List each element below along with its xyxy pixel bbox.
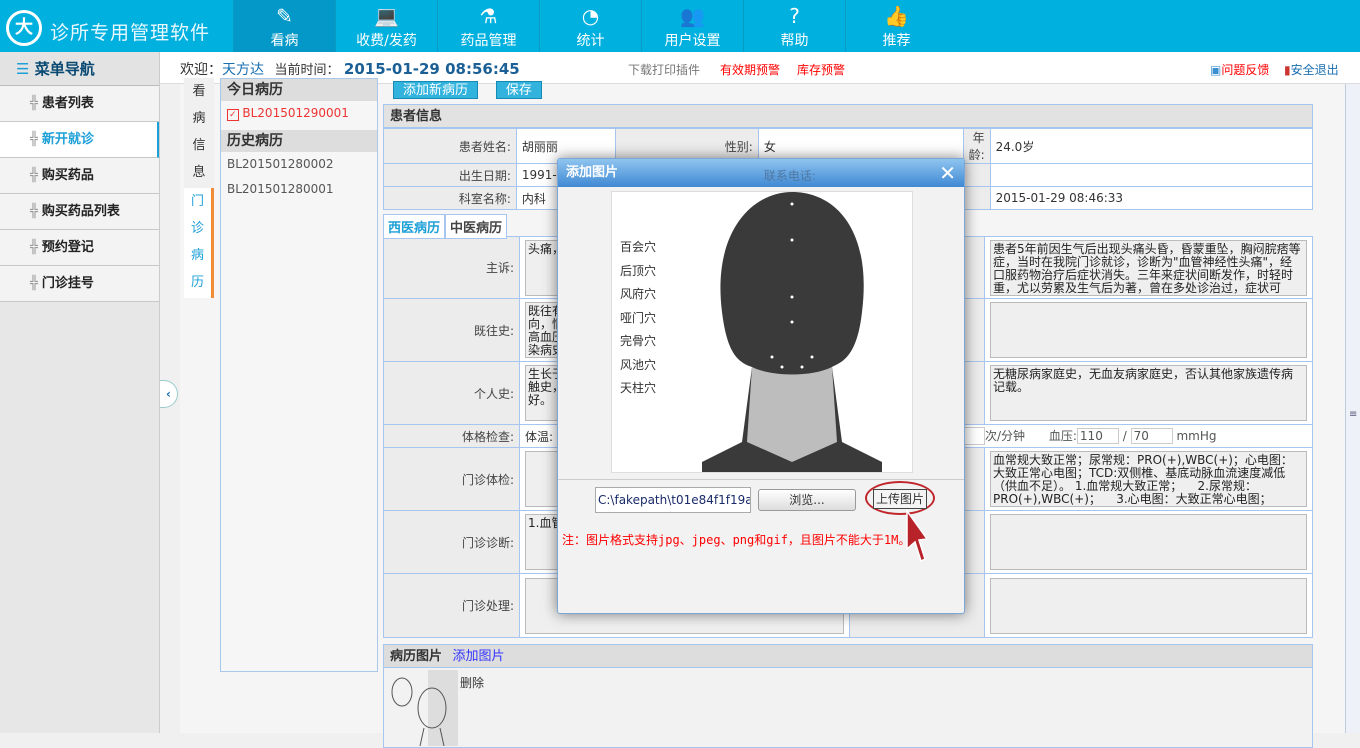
mouse-cursor-icon: [906, 509, 927, 563]
nav-2[interactable]: ⚗ 药品管理: [437, 0, 539, 52]
nav-icon: ✎: [276, 4, 293, 28]
browse-button[interactable]: 浏览...: [758, 489, 856, 511]
phone-label: 联系电话:: [763, 168, 816, 183]
delete-image-link[interactable]: 删除: [460, 674, 484, 691]
acupoint-label: 后顶穴: [620, 263, 657, 278]
nav-icon: ?: [789, 4, 800, 28]
acupoint-labels: 百会穴后顶穴风府穴哑门穴完骨穴风池穴天柱穴: [620, 236, 656, 401]
acupoint-label: 风府穴: [620, 287, 657, 301]
sidebar-title: ☰ 菜单导航: [0, 52, 159, 86]
acupoint-label: 天柱穴: [620, 381, 657, 395]
feedback-link[interactable]: ▣问题反馈: [1210, 61, 1269, 78]
collapse-sidebar-button[interactable]: ‹: [160, 380, 178, 408]
acupoint-label: 哑门穴: [620, 310, 657, 325]
head-acupoints-illustration: [702, 192, 882, 472]
add-image-link[interactable]: 添加图片: [453, 649, 505, 664]
diagnosis-right-field[interactable]: [990, 514, 1307, 570]
history-records-title: 历史病历: [221, 130, 377, 152]
nav-1[interactable]: 💻 收费/发药: [335, 0, 437, 52]
grid-icon: ╬: [30, 168, 38, 183]
sidebar-item[interactable]: ╬ 新开就诊: [0, 122, 159, 158]
nav-label: 药品管理: [460, 33, 517, 49]
nav-3[interactable]: ◔ 统计: [539, 0, 641, 52]
grid-icon: ╬: [30, 96, 38, 111]
grid-icon: ╬: [30, 204, 38, 219]
checkbox-icon[interactable]: ✓: [227, 109, 239, 121]
add-image-dialog: 添加图片 ✕ 百会穴后顶穴风府穴哑门穴完骨穴风池穴天柱穴 C:\fakepath…: [557, 158, 965, 614]
app-title: 诊所专用管理软件: [50, 22, 211, 44]
acupoint-label: 百会穴: [620, 240, 657, 254]
download-plugin-link[interactable]: 下载打印插件: [628, 61, 700, 78]
record-item[interactable]: BL201501280001: [221, 177, 377, 202]
logout-link[interactable]: ▮安全退出: [1284, 61, 1339, 78]
sidebar-item[interactable]: ╬ 购买药品: [0, 158, 159, 194]
dialog-title: 添加图片: [558, 159, 964, 187]
vtab-visit-info[interactable]: 看病信息: [184, 78, 214, 188]
upload-image-button[interactable]: 上传图片: [873, 489, 927, 509]
sidebar-item[interactable]: ╬ 预约登记: [0, 230, 159, 266]
format-note: 注：图片格式支持jpg、jpeg、png和gif，且图片不能大于1M。: [562, 533, 911, 547]
nav-label: 统计: [576, 33, 605, 49]
tab-chinese-record[interactable]: 中医病历: [445, 214, 508, 239]
today-records-title: 今日病历: [221, 79, 377, 101]
auxiliary-exam-field[interactable]: 血常规大致正常；尿常规：PRO(+),WBC(+)；心电图：大致正常心电图；TC…: [990, 451, 1307, 507]
grid-icon: ╬: [30, 132, 38, 147]
nav-label: 看病: [270, 33, 299, 49]
bp-high-input[interactable]: 110: [1076, 427, 1119, 444]
sidebar-item[interactable]: ╬ 门诊挂号: [0, 266, 159, 302]
user-name: 天方达: [222, 62, 264, 78]
grid-icon: ╬: [30, 240, 38, 255]
sidebar: ☰ 菜单导航 ╬ 患者列表 ╬ 新开就诊 ╬ 购买药品 ╬ 购买药品列表 ╬ 预约登记 ╬ 门诊挂号: [0, 52, 160, 733]
tab-western-record[interactable]: 西医病历: [383, 214, 446, 239]
record-item[interactable]: BL201501280002: [221, 152, 377, 177]
treatment-right-field[interactable]: [990, 577, 1307, 634]
patient-info-title: 患者信息: [383, 104, 1313, 128]
logo: 大: [6, 10, 42, 46]
allergy-field[interactable]: [990, 302, 1307, 358]
record-images-title: 病历图片: [390, 649, 443, 664]
nav-4[interactable]: 👥 用户设置: [641, 0, 743, 52]
feedback-icon: ▣: [1210, 63, 1222, 77]
expiry-warning-link[interactable]: 有效期预警: [720, 61, 780, 78]
nav-icon: ◔: [581, 4, 600, 28]
nav-icon: 👍: [884, 4, 909, 28]
page-scrollbar[interactable]: ≡: [1345, 84, 1360, 733]
save-button[interactable]: 保存: [495, 81, 542, 99]
file-path-input[interactable]: C:\fakepath\t01e84f1f19a9: [595, 487, 751, 513]
nav-0[interactable]: ✎ 看病: [233, 0, 335, 52]
nav-6[interactable]: 👍 推荐: [845, 0, 947, 52]
record-list: 今日病历 ✓ BL201501290001 历史病历 BL20150128000…: [220, 78, 378, 672]
image-preview: 百会穴后顶穴风府穴哑门穴完骨穴风池穴天柱穴: [611, 191, 913, 473]
add-record-button[interactable]: 添加新病历: [393, 81, 479, 99]
menu-icon: ☰: [16, 60, 30, 78]
sidebar-item[interactable]: ╬ 购买药品列表: [0, 194, 159, 230]
nav-icon: 👥: [680, 4, 705, 28]
nav-label: 用户设置: [664, 33, 721, 49]
nav-label: 推荐: [882, 33, 911, 49]
stock-warning-link[interactable]: 库存预警: [797, 61, 845, 78]
time-label: 当前时间：: [274, 63, 340, 78]
acupoint-label: 风池穴: [620, 357, 657, 372]
current-time: 2015-01-29 08:56:45: [343, 60, 520, 78]
bp-low-input[interactable]: 70: [1130, 427, 1173, 444]
nav-label: 帮助: [780, 33, 809, 49]
logout-icon: ▮: [1284, 63, 1291, 77]
acupoint-label: 完骨穴: [620, 334, 657, 348]
welcome-label: 欢迎：: [180, 62, 222, 78]
close-icon[interactable]: ✕: [939, 161, 956, 185]
present-illness-field[interactable]: 患者5年前因生气后出现头痛头昏，昏蒙重坠，胸闷脘痞等症，当时在我院门诊就诊，诊断…: [990, 239, 1307, 296]
nav-5[interactable]: ? 帮助: [743, 0, 845, 52]
vtab-outpatient-record[interactable]: 门诊病历: [184, 188, 214, 298]
vertical-tabs: 看病信息 门诊病历: [184, 78, 216, 298]
record-item[interactable]: ✓ BL201501290001: [221, 101, 377, 126]
nav-label: 收费/发药: [356, 33, 417, 49]
nav-icon: 💻: [374, 4, 399, 28]
record-image-thumbnail[interactable]: [388, 670, 458, 746]
grid-icon: ╬: [30, 276, 38, 291]
family-history-field[interactable]: 无糖尿病家庭史，无血友病家庭史，否认其他家族遗传病记载。: [990, 365, 1307, 421]
sidebar-item[interactable]: ╬ 患者列表: [0, 86, 159, 122]
nav-icon: ⚗: [479, 4, 498, 28]
